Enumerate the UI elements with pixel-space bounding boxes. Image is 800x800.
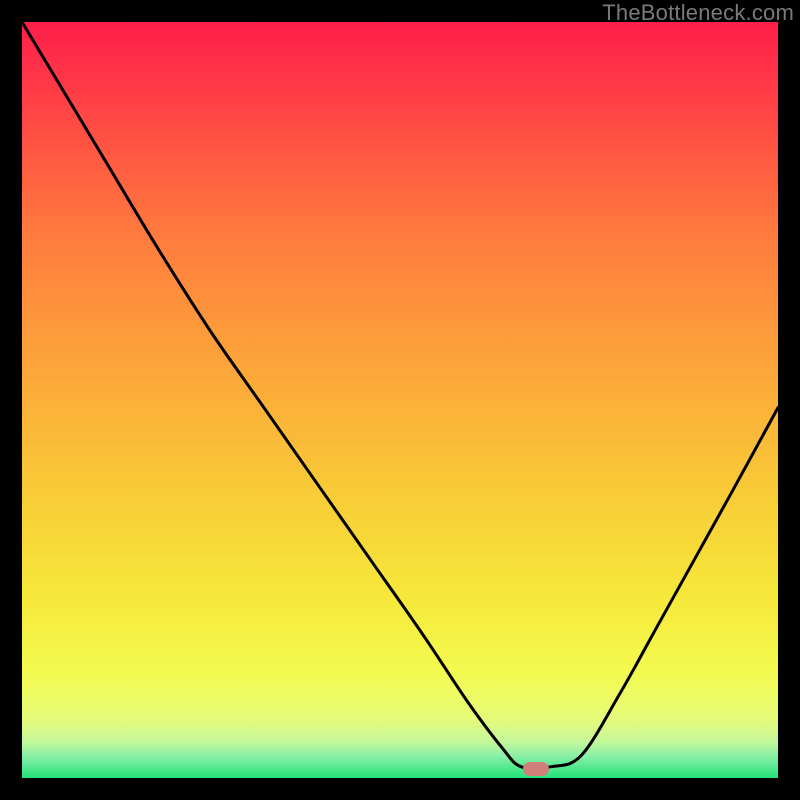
bottleneck-curve xyxy=(22,22,778,778)
optimal-marker xyxy=(523,762,549,776)
plot-area xyxy=(22,22,778,778)
chart-stage: TheBottleneck.com xyxy=(0,0,800,800)
curve-path xyxy=(22,22,778,769)
